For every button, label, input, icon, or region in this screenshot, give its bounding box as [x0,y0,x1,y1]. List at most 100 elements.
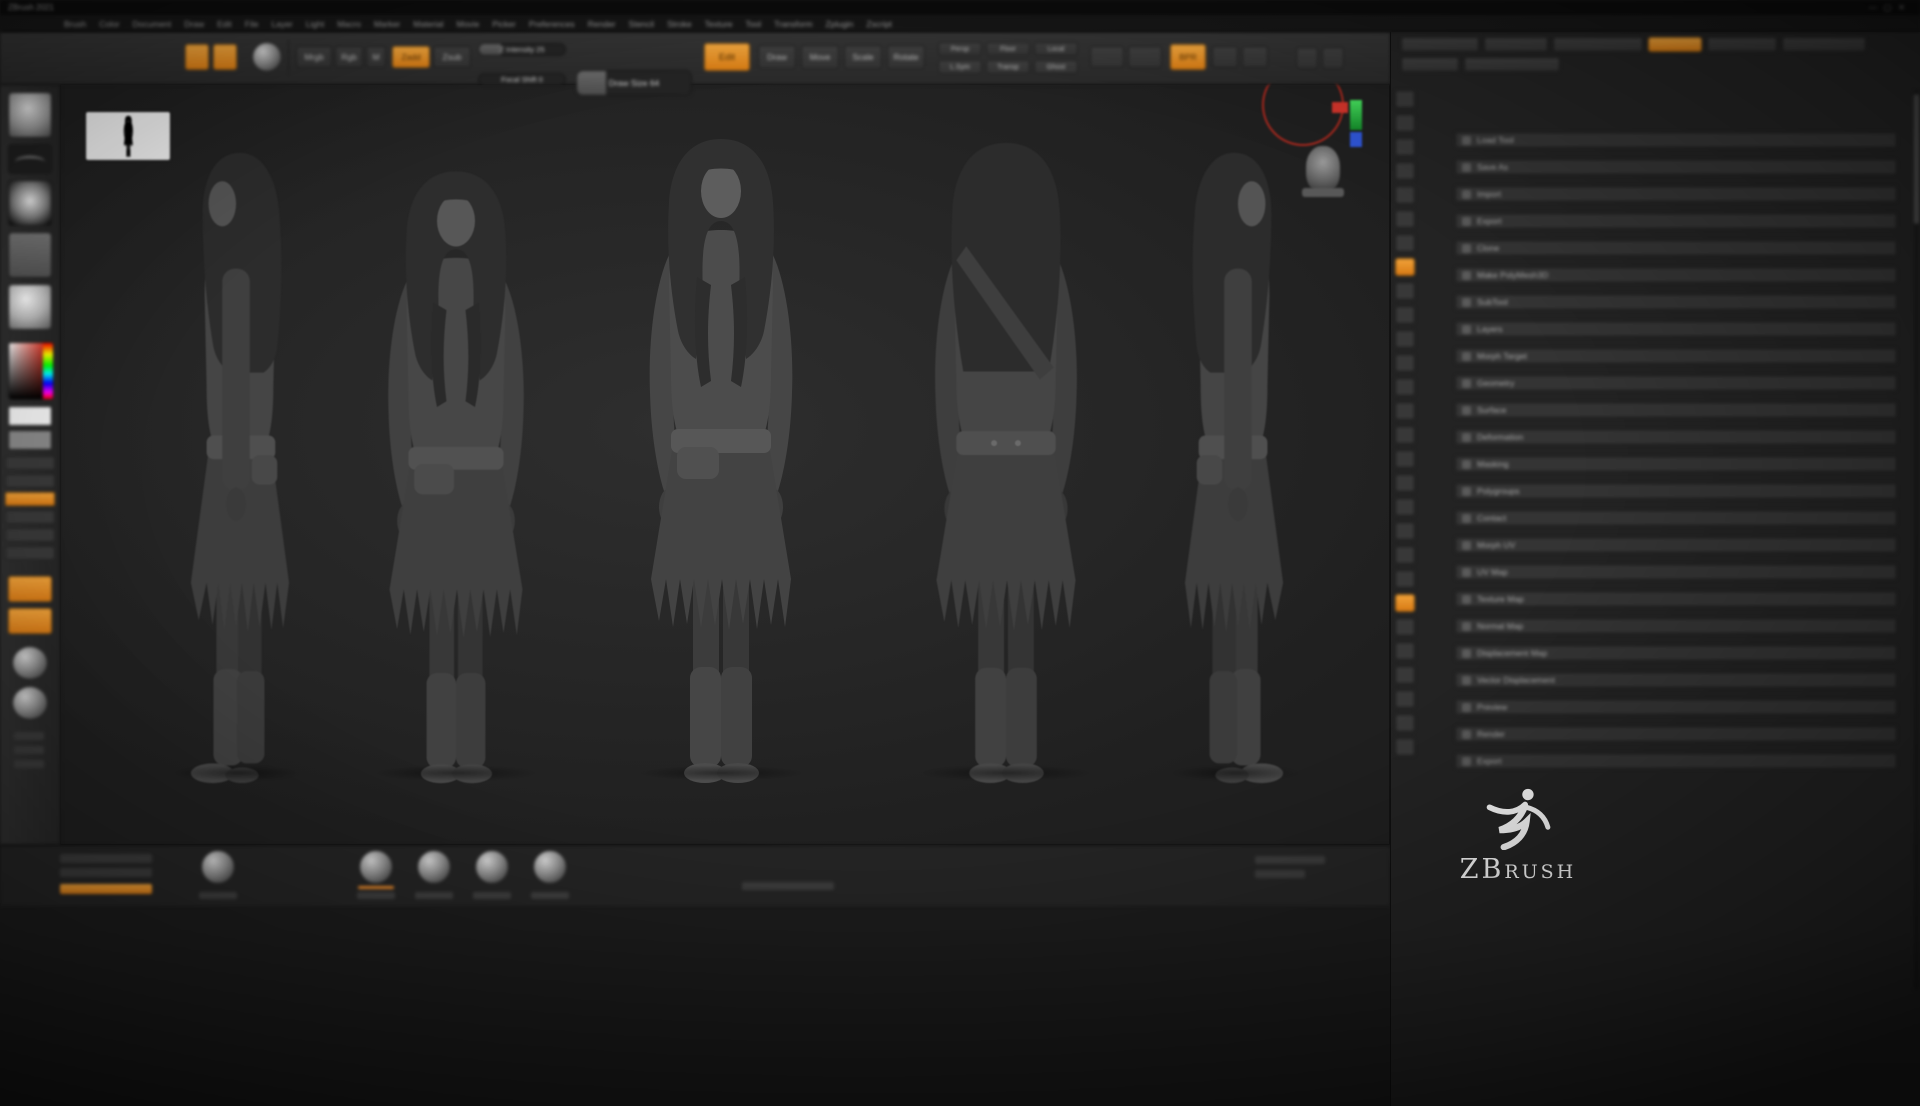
quick-button[interactable] [5,546,55,560]
subpalette-row[interactable]: Export [1455,753,1897,769]
menu-item[interactable]: Draw [184,19,204,29]
minimize-icon[interactable]: — [1869,3,1884,12]
menu-item[interactable]: Texture [705,19,733,29]
bottom-accent-button[interactable] [60,884,152,894]
current-material-icon[interactable] [252,42,282,72]
texture-thumbnail[interactable] [8,232,52,278]
palette-strip-icon[interactable] [1395,450,1415,468]
subpalette-row[interactable]: Texture Map [1455,591,1897,607]
window-controls[interactable]: —▢✕ [1869,0,1912,16]
transform-button[interactable]: Scale [844,45,882,69]
palette-strip-icon[interactable] [1395,402,1415,420]
shelf-mini-button[interactable] [14,732,44,740]
maximize-icon[interactable]: ▢ [1884,3,1899,12]
menu-item[interactable]: Preferences [529,19,575,29]
palette-strip-icon[interactable] [1395,378,1415,396]
menu-item[interactable]: Transform [774,19,812,29]
menu-item[interactable]: Zscript [866,19,892,29]
menu-item[interactable]: Stroke [667,19,692,29]
zsub-button[interactable]: Zsub [433,46,471,68]
material-sphere-icon[interactable] [475,850,509,884]
bpr-button[interactable]: BPR [1170,44,1206,70]
alpha-thumbnail[interactable] [8,180,52,226]
lightbox-button[interactable] [185,44,209,70]
menu-item[interactable]: Brush [64,19,86,29]
palette-strip-icon[interactable] [1395,714,1415,732]
palette-strip-icon[interactable] [1395,306,1415,324]
palette-strip-icon[interactable] [1395,522,1415,540]
render-option-button[interactable] [1242,46,1268,68]
subpalette-row[interactable]: Surface [1455,402,1897,418]
subpalette-row[interactable]: Morph Target [1455,348,1897,364]
palette-header-button[interactable] [1464,57,1560,72]
menu-item[interactable]: Zplugin [826,19,854,29]
palette-strip-icon[interactable] [1395,570,1415,588]
palette-strip-icon[interactable] [1395,546,1415,564]
subpalette-row[interactable]: Morph UV [1455,537,1897,553]
subpalette-row[interactable]: Load Tool [1455,132,1897,148]
subpalette-row[interactable]: Deformation [1455,429,1897,445]
subpalette-row[interactable]: Contact [1455,510,1897,526]
menu-item[interactable]: Layer [271,19,292,29]
shelf-icon-button[interactable] [1322,47,1344,69]
primary-color-swatch[interactable] [8,406,52,426]
palette-strip-icon[interactable] [1395,618,1415,636]
subpalette-row[interactable]: Preview [1455,699,1897,715]
menu-item[interactable]: Document [133,19,172,29]
subpalette-row[interactable]: Clone [1455,240,1897,256]
panel-scrollbar[interactable] [1914,90,1919,990]
palette-strip-icon[interactable] [1395,330,1415,348]
menu-item[interactable]: Movie [457,19,480,29]
bottom-thumbnail[interactable] [472,850,512,899]
transform-button[interactable]: Rotate [887,45,925,69]
subpalette-row[interactable]: Render [1455,726,1897,742]
menu-item[interactable]: Macro [337,19,361,29]
menu-item[interactable]: Edit [217,19,232,29]
zadd-button[interactable]: Zadd [392,46,430,68]
shelf-sphere-icon[interactable] [12,646,48,680]
focal-shift-slider[interactable]: Focal Shift 0 [478,73,566,86]
quick-button[interactable] [5,474,55,488]
polyframe-button[interactable] [1128,46,1162,68]
palette-strip-icon[interactable] [1395,162,1415,180]
subpalette-row[interactable]: Save As [1455,159,1897,175]
subpalette-row[interactable]: Geometry [1455,375,1897,391]
current-brush-thumbnail[interactable] [8,92,52,138]
bottom-thumbnail[interactable] [530,850,570,899]
subpalette-row[interactable]: Make PolyMesh3D [1455,267,1897,283]
palette-strip-icon[interactable] [1395,594,1415,612]
transform-button[interactable]: Move [801,45,839,69]
subpalette-row[interactable]: Layers [1455,321,1897,337]
menu-item[interactable]: Stencil [629,19,655,29]
quick-button[interactable] [5,510,55,524]
quick-button[interactable] [5,492,55,506]
subpalette-row[interactable]: UV Map [1455,564,1897,580]
quick-button[interactable] [5,528,55,542]
hue-strip[interactable] [43,343,53,399]
palette-header-button[interactable] [1401,57,1459,72]
menu-item[interactable]: Material [413,19,443,29]
shelf-orange-button[interactable] [8,576,52,602]
palette-header-button[interactable] [1553,37,1643,52]
menu-item[interactable]: Tool [746,19,762,29]
stroke-thumbnail[interactable] [8,144,52,174]
mrgb-button[interactable]: Mrgb [296,46,332,68]
shelf-icon-button[interactable] [1296,47,1318,69]
palette-strip-icon[interactable] [1395,258,1415,276]
menu-item[interactable]: File [245,19,259,29]
material-thumbnail[interactable] [8,284,52,330]
edit-button[interactable]: Edit [704,43,750,71]
shelf-sphere-icon[interactable] [12,686,48,720]
subpalette-row[interactable]: Polygroups [1455,483,1897,499]
palette-strip-icon[interactable] [1395,426,1415,444]
bottom-thumbnail[interactable] [198,850,238,899]
subpalette-row[interactable]: Masking [1455,456,1897,472]
material-sphere-icon[interactable] [417,850,451,884]
quick-button[interactable] [5,456,55,470]
material-sphere-icon[interactable] [359,850,393,884]
subpalette-row[interactable]: Import [1455,186,1897,202]
menu-item[interactable]: Picker [492,19,516,29]
rgb-button[interactable]: Rgb [335,46,363,68]
subpalette-row[interactable]: Export [1455,213,1897,229]
z-intensity-slider[interactable]: Z Intensity 25 [478,43,566,56]
